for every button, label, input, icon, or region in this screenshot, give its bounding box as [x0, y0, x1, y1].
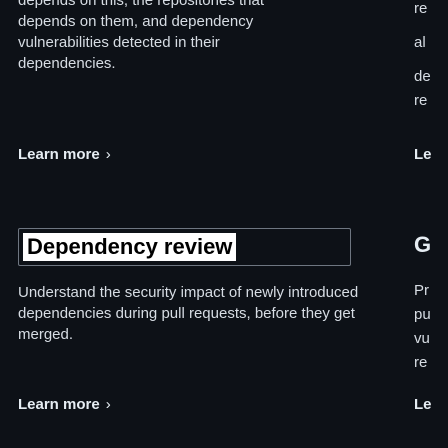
adjacent-card-fragment: Pr [414, 282, 429, 299]
adjacent-card-fragment: re [414, 0, 428, 17]
learn-more-link-dependency-review[interactable]: Learn more › [18, 396, 111, 413]
feature-card-description: Understand the security impact of newly … [18, 284, 359, 343]
feature-card-dependency-review: Understand the security impact of newly … [18, 282, 438, 345]
adjacent-card-fragment: pu [414, 306, 431, 323]
description-line: vulnerabilities detected in their [18, 34, 220, 51]
adjacent-card-fragment: al [414, 34, 426, 51]
adjacent-card-fragment: re [414, 92, 428, 109]
description-line: dependencies. [18, 55, 116, 72]
adjacent-card-title-fragment: G [414, 232, 432, 257]
chevron-right-icon: › [105, 146, 111, 163]
feature-card-description: depends on this, the repositories that d… [18, 0, 428, 74]
feature-card-title-frame: Dependency review [18, 228, 351, 266]
adjacent-card-link-fragment[interactable]: Le [414, 396, 432, 413]
learn-more-label: Learn more [18, 396, 100, 413]
adjacent-card-fragment: de [414, 68, 431, 85]
adjacent-card-link-fragment[interactable]: Le [414, 146, 432, 163]
feature-card-dependency-graph: depends on this, the repositories that d… [18, 0, 438, 74]
chevron-right-icon: › [105, 396, 111, 413]
adjacent-card-fragment: re [414, 354, 428, 371]
description-line: depends on this, the repositories that [18, 0, 264, 9]
page: depends on this, the repositories that d… [0, 0, 448, 448]
description-line: depends on them, and dependency [18, 13, 254, 30]
feature-card-title: Dependency review [23, 233, 237, 261]
learn-more-label: Learn more [18, 146, 100, 163]
learn-more-link-dependency-graph[interactable]: Learn more › [18, 146, 111, 163]
adjacent-card-column: re al de re Le G Pr pu vu re Le [414, 0, 448, 448]
adjacent-card-fragment: vu [414, 330, 430, 347]
